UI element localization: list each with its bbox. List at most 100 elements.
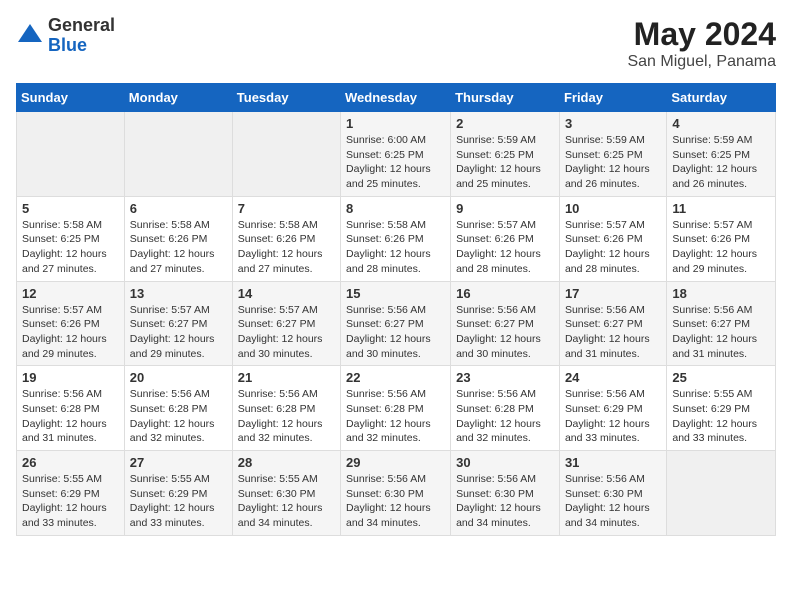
day-number: 25 (672, 370, 770, 385)
calendar-cell: 17 Sunrise: 5:56 AM Sunset: 6:27 PM Dayli… (559, 281, 666, 366)
week-row-4: 19 Sunrise: 5:56 AM Sunset: 6:28 PM Dayli… (17, 366, 776, 451)
day-number: 31 (565, 455, 661, 470)
day-number: 15 (346, 286, 445, 301)
calendar-cell: 5 Sunrise: 5:58 AM Sunset: 6:25 PM Daylig… (17, 196, 125, 281)
calendar-cell: 27 Sunrise: 5:55 AM Sunset: 6:29 PM Dayli… (124, 451, 232, 536)
day-number: 20 (130, 370, 227, 385)
calendar-cell: 23 Sunrise: 5:56 AM Sunset: 6:28 PM Dayli… (451, 366, 560, 451)
day-info: Sunrise: 5:57 AM Sunset: 6:27 PM Dayligh… (130, 303, 227, 362)
day-number: 28 (238, 455, 335, 470)
calendar-cell: 2Sunrise: 5:59 AM Sunset: 6:25 PM Daylig… (451, 112, 560, 197)
day-info: Sunrise: 5:56 AM Sunset: 6:30 PM Dayligh… (346, 472, 445, 531)
calendar-cell: 13 Sunrise: 5:57 AM Sunset: 6:27 PM Dayli… (124, 281, 232, 366)
day-info: Sunrise: 5:55 AM Sunset: 6:29 PM Dayligh… (672, 387, 770, 446)
day-info: Sunrise: 5:56 AM Sunset: 6:27 PM Dayligh… (672, 303, 770, 362)
calendar-cell: 20 Sunrise: 5:56 AM Sunset: 6:28 PM Dayli… (124, 366, 232, 451)
calendar-header: SundayMondayTuesdayWednesdayThursdayFrid… (17, 84, 776, 112)
calendar-cell (124, 112, 232, 197)
day-info: Sunrise: 5:56 AM Sunset: 6:27 PM Dayligh… (346, 303, 445, 362)
weekday-header-thursday: Thursday (451, 84, 560, 112)
day-number: 10 (565, 201, 661, 216)
week-row-2: 5 Sunrise: 5:58 AM Sunset: 6:25 PM Daylig… (17, 196, 776, 281)
day-info: Sunrise: 5:56 AM Sunset: 6:27 PM Dayligh… (456, 303, 554, 362)
weekday-header-row: SundayMondayTuesdayWednesdayThursdayFrid… (17, 84, 776, 112)
day-number: 23 (456, 370, 554, 385)
day-number: 11 (672, 201, 770, 216)
day-info: Sunrise: 5:56 AM Sunset: 6:28 PM Dayligh… (456, 387, 554, 446)
day-number: 24 (565, 370, 661, 385)
calendar-cell: 28 Sunrise: 5:55 AM Sunset: 6:30 PM Dayli… (232, 451, 340, 536)
weekday-header-saturday: Saturday (667, 84, 776, 112)
day-info: Sunrise: 5:58 AM Sunset: 6:25 PM Dayligh… (22, 218, 119, 277)
calendar-cell: 21 Sunrise: 5:56 AM Sunset: 6:28 PM Dayli… (232, 366, 340, 451)
day-number: 22 (346, 370, 445, 385)
day-number: 2 (456, 116, 554, 131)
calendar-cell: 8 Sunrise: 5:58 AM Sunset: 6:26 PM Daylig… (341, 196, 451, 281)
day-info: Sunrise: 5:56 AM Sunset: 6:28 PM Dayligh… (238, 387, 335, 446)
day-info: Sunrise: 5:57 AM Sunset: 6:26 PM Dayligh… (672, 218, 770, 277)
calendar-cell: 29Sunrise: 5:56 AM Sunset: 6:30 PM Dayli… (341, 451, 451, 536)
day-info: Sunrise: 5:56 AM Sunset: 6:27 PM Dayligh… (565, 303, 661, 362)
day-info: Sunrise: 5:58 AM Sunset: 6:26 PM Dayligh… (346, 218, 445, 277)
calendar-cell: 11 Sunrise: 5:57 AM Sunset: 6:26 PM Dayli… (667, 196, 776, 281)
weekday-header-friday: Friday (559, 84, 666, 112)
day-number: 16 (456, 286, 554, 301)
day-info: Sunrise: 5:56 AM Sunset: 6:30 PM Dayligh… (456, 472, 554, 531)
calendar-cell: 24 Sunrise: 5:56 AM Sunset: 6:29 PM Dayli… (559, 366, 666, 451)
day-info: Sunrise: 5:55 AM Sunset: 6:29 PM Dayligh… (22, 472, 119, 531)
day-info: Sunrise: 5:56 AM Sunset: 6:28 PM Dayligh… (22, 387, 119, 446)
location-title: San Miguel, Panama (627, 53, 776, 71)
calendar-cell: 26Sunrise: 5:55 AM Sunset: 6:29 PM Dayli… (17, 451, 125, 536)
day-info: Sunrise: 5:58 AM Sunset: 6:26 PM Dayligh… (130, 218, 227, 277)
calendar-cell: 4 Sunrise: 5:59 AM Sunset: 6:25 PM Daylig… (667, 112, 776, 197)
weekday-header-tuesday: Tuesday (232, 84, 340, 112)
logo: General Blue (16, 16, 115, 56)
month-title: May 2024 (627, 16, 776, 53)
logo-text: General Blue (48, 16, 115, 56)
week-row-3: 12Sunrise: 5:57 AM Sunset: 6:26 PM Dayli… (17, 281, 776, 366)
day-number: 4 (672, 116, 770, 131)
day-number: 30 (456, 455, 554, 470)
day-info: Sunrise: 6:00 AM Sunset: 6:25 PM Dayligh… (346, 133, 445, 192)
day-number: 9 (456, 201, 554, 216)
day-number: 8 (346, 201, 445, 216)
logo-general: General (48, 16, 115, 36)
day-info: Sunrise: 5:56 AM Sunset: 6:28 PM Dayligh… (130, 387, 227, 446)
day-info: Sunrise: 5:55 AM Sunset: 6:30 PM Dayligh… (238, 472, 335, 531)
page-header: General Blue May 2024 San Miguel, Panama (16, 16, 776, 71)
day-number: 17 (565, 286, 661, 301)
day-number: 3 (565, 116, 661, 131)
day-info: Sunrise: 5:58 AM Sunset: 6:26 PM Dayligh… (238, 218, 335, 277)
day-number: 19 (22, 370, 119, 385)
day-info: Sunrise: 5:59 AM Sunset: 6:25 PM Dayligh… (672, 133, 770, 192)
calendar-cell (667, 451, 776, 536)
day-number: 13 (130, 286, 227, 301)
day-info: Sunrise: 5:57 AM Sunset: 6:26 PM Dayligh… (565, 218, 661, 277)
day-info: Sunrise: 5:55 AM Sunset: 6:29 PM Dayligh… (130, 472, 227, 531)
day-info: Sunrise: 5:56 AM Sunset: 6:29 PM Dayligh… (565, 387, 661, 446)
calendar-cell: 1 Sunrise: 6:00 AM Sunset: 6:25 PM Daylig… (341, 112, 451, 197)
calendar-cell: 18Sunrise: 5:56 AM Sunset: 6:27 PM Dayli… (667, 281, 776, 366)
day-info: Sunrise: 5:56 AM Sunset: 6:28 PM Dayligh… (346, 387, 445, 446)
day-info: Sunrise: 5:57 AM Sunset: 6:26 PM Dayligh… (22, 303, 119, 362)
day-info: Sunrise: 5:57 AM Sunset: 6:26 PM Dayligh… (456, 218, 554, 277)
day-number: 27 (130, 455, 227, 470)
day-info: Sunrise: 5:59 AM Sunset: 6:25 PM Dayligh… (565, 133, 661, 192)
day-info: Sunrise: 5:57 AM Sunset: 6:27 PM Dayligh… (238, 303, 335, 362)
calendar-cell: 3 Sunrise: 5:59 AM Sunset: 6:25 PM Daylig… (559, 112, 666, 197)
calendar-cell: 14 Sunrise: 5:57 AM Sunset: 6:27 PM Dayli… (232, 281, 340, 366)
day-number: 14 (238, 286, 335, 301)
day-number: 21 (238, 370, 335, 385)
calendar-cell: 10 Sunrise: 5:57 AM Sunset: 6:26 PM Dayli… (559, 196, 666, 281)
calendar-cell: 30 Sunrise: 5:56 AM Sunset: 6:30 PM Dayli… (451, 451, 560, 536)
day-number: 1 (346, 116, 445, 131)
day-number: 7 (238, 201, 335, 216)
week-row-5: 26Sunrise: 5:55 AM Sunset: 6:29 PM Dayli… (17, 451, 776, 536)
calendar-cell: 25 Sunrise: 5:55 AM Sunset: 6:29 PM Dayli… (667, 366, 776, 451)
calendar-table: SundayMondayTuesdayWednesdayThursdayFrid… (16, 83, 776, 536)
day-number: 5 (22, 201, 119, 216)
calendar-cell: 15 Sunrise: 5:56 AM Sunset: 6:27 PM Dayli… (341, 281, 451, 366)
calendar-cell: 7 Sunrise: 5:58 AM Sunset: 6:26 PM Daylig… (232, 196, 340, 281)
calendar-cell: 9 Sunrise: 5:57 AM Sunset: 6:26 PM Daylig… (451, 196, 560, 281)
weekday-header-monday: Monday (124, 84, 232, 112)
